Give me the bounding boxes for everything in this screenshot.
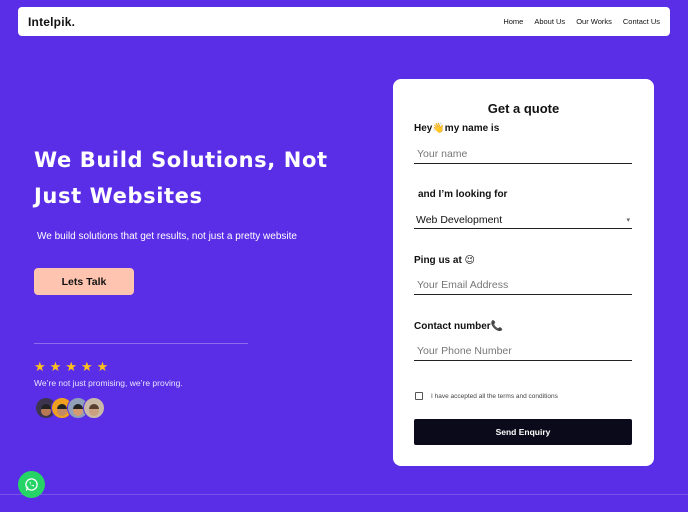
terms-row: I have accepted all the terms and condit… — [415, 392, 558, 400]
hero-title: We Build Solutions, Not Just Websites — [34, 142, 334, 214]
client-avatars — [35, 397, 105, 419]
phone-label: Contact number📞 — [414, 321, 504, 332]
star-icon: ★ — [34, 359, 46, 374]
whatsapp-icon — [25, 478, 38, 491]
name-input[interactable] — [414, 144, 632, 164]
email-input[interactable] — [414, 275, 632, 295]
nav-link-contact-us[interactable]: Contact Us — [623, 17, 660, 26]
service-select[interactable]: Web Development ▾ — [414, 211, 632, 229]
send-enquiry-button[interactable]: Send Enquiry — [414, 419, 632, 445]
avatar — [83, 397, 105, 419]
nav-link-about-us[interactable]: About Us — [534, 17, 565, 26]
navbar: Intelpik. Home About Us Our Works Contac… — [18, 7, 670, 36]
divider — [34, 343, 248, 344]
phone-input[interactable] — [414, 341, 632, 361]
name-label: Hey👋my name is — [414, 123, 500, 134]
nav-link-our-works[interactable]: Our Works — [576, 17, 612, 26]
lets-talk-button[interactable]: Lets Talk — [34, 268, 134, 295]
social-proof-text: We’re not just promising, we’re proving. — [34, 378, 183, 388]
rating-stars: ★ ★ ★ ★ ★ — [34, 360, 108, 373]
hero-title-line-1: We Build Solutions, Not — [34, 148, 328, 172]
email-label: Ping us at 😉 — [414, 255, 475, 266]
nav-link-home[interactable]: Home — [503, 17, 523, 26]
brand-logo[interactable]: Intelpik. — [28, 15, 75, 29]
section-divider — [0, 494, 688, 495]
service-select-value: Web Development — [416, 213, 503, 226]
hero-title-line-2: Just Websites — [34, 184, 203, 208]
hero-subtitle: We build solutions that get results, not… — [37, 231, 297, 242]
star-icon: ★ — [80, 359, 93, 374]
quote-form-card: Get a quote Hey👋my name is and I’m looki… — [393, 79, 654, 466]
whatsapp-button[interactable] — [18, 471, 45, 498]
terms-label: I have accepted all the terms and condit… — [431, 392, 558, 400]
form-title: Get a quote — [487, 101, 560, 116]
nav-links: Home About Us Our Works Contact Us — [503, 17, 660, 26]
star-icon: ★ — [96, 359, 109, 374]
terms-checkbox[interactable] — [415, 392, 423, 400]
star-icon: ★ — [65, 359, 77, 374]
chevron-down-icon: ▾ — [626, 216, 630, 224]
looking-for-label: and I’m looking for — [418, 189, 508, 200]
star-icon: ★ — [49, 359, 62, 374]
